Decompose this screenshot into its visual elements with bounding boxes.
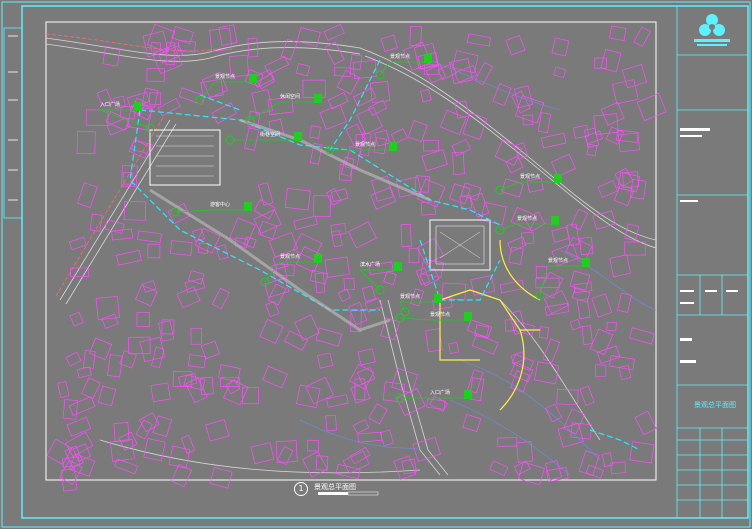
callout-tag: [434, 294, 442, 303]
callout-label: 景观节点: [390, 54, 411, 60]
callout-tag: [314, 94, 322, 103]
callout-tag: [389, 142, 397, 151]
drawing-number: 1: [294, 482, 308, 496]
callout-tag: [424, 54, 432, 63]
title-block-text-bars: [680, 128, 738, 363]
callout-tag: [314, 254, 322, 263]
callout-tag: [244, 202, 252, 211]
callout-tag: [554, 174, 562, 183]
binding-strip: [3, 27, 23, 219]
callout-label: 街巷空间: [260, 132, 281, 138]
callout-label: 景观节点: [400, 294, 421, 300]
callout-label: 入口广场: [100, 102, 121, 108]
callout-tag: [294, 132, 302, 141]
scale-bar: [318, 491, 379, 496]
callout-label: 景观节点: [215, 74, 236, 80]
sheet-title: 景观总平面图: [694, 401, 736, 409]
callout-tag: [134, 102, 142, 111]
title-block: [676, 6, 748, 518]
callout-label: 景观节点: [355, 142, 376, 148]
callout-label: 休闲空间: [280, 94, 301, 100]
callout-tag: [464, 312, 472, 321]
callout-label: 景观节点: [280, 254, 301, 260]
callout-label: 滨水广场: [360, 262, 381, 268]
drawing-caption: 景观总平面图: [314, 483, 356, 491]
callout-tag: [582, 258, 590, 267]
callout-label: 游客中心: [210, 202, 231, 208]
binding-strip-marks: [8, 35, 18, 201]
callout-tag: [551, 216, 559, 225]
callout-tag: [394, 262, 402, 271]
callout-tag: [464, 390, 472, 399]
callout-tag: [249, 74, 257, 83]
callout-label: 景观节点: [548, 258, 569, 264]
callout-label: 景观节点: [517, 216, 538, 222]
callout-label: 入口广场: [430, 390, 451, 396]
company-logo: [694, 14, 730, 46]
callout-label: 景观节点: [520, 174, 541, 180]
callout-label: 景观节点: [430, 312, 451, 318]
